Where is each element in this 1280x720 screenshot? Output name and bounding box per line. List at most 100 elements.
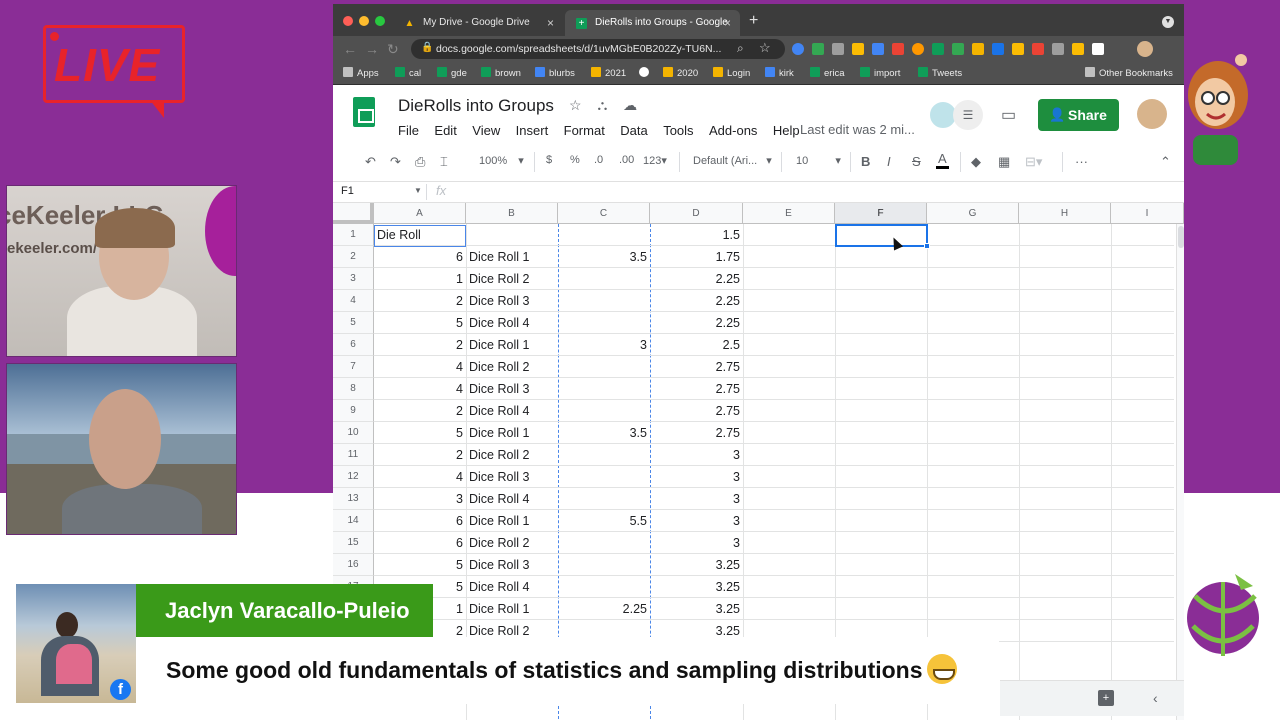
cell-c[interactable] [558, 554, 650, 576]
row-header[interactable]: 2 [333, 246, 374, 268]
row-header[interactable]: 1 [333, 224, 374, 246]
cell-a[interactable]: 2 [374, 334, 466, 356]
select-all-corner[interactable] [333, 203, 374, 224]
extension-icon[interactable] [1092, 43, 1104, 55]
cell-a[interactable]: 2 [374, 400, 466, 422]
cell-b[interactable]: Dice Roll 2 [466, 268, 558, 290]
last-edit-link[interactable]: Last edit was 2 mi... [800, 122, 915, 137]
doc-title[interactable]: DieRolls into Groups [398, 96, 554, 116]
back-icon[interactable]: ← [343, 41, 357, 57]
row-header[interactable]: 15 [333, 532, 374, 554]
text-color-button[interactable]: A [936, 151, 949, 169]
bookmark-gde[interactable]: gde [437, 67, 467, 79]
share-button[interactable]: 👤 Share [1038, 99, 1119, 131]
close-tab-icon[interactable]: × [547, 16, 554, 30]
cell-d[interactable]: 2.75 [650, 422, 743, 444]
tab-search-icon[interactable]: ▼ [1162, 16, 1174, 28]
row-header[interactable]: 3 [333, 268, 374, 290]
bookmark-2021[interactable]: 2021 [591, 67, 626, 79]
bookmark-kirk[interactable]: kirk [765, 67, 794, 79]
cell-d[interactable]: 2.25 [650, 268, 743, 290]
name-box[interactable]: F1 [333, 182, 425, 203]
column-header-h[interactable]: H [1019, 203, 1111, 224]
extension-icon[interactable] [792, 43, 804, 55]
cell-d[interactable]: 3 [650, 488, 743, 510]
fill-color-icon[interactable]: ◆ [971, 154, 981, 170]
row-header[interactable]: 6 [333, 334, 374, 356]
currency-format-button[interactable]: $ [546, 154, 552, 166]
merge-cells-icon[interactable]: ⊟▾ [1025, 154, 1042, 170]
row-header[interactable]: 10 [333, 422, 374, 444]
cell-c[interactable] [558, 444, 650, 466]
extension-icon[interactable] [972, 43, 984, 55]
bookmark-login[interactable]: Login [713, 67, 750, 79]
cell-d[interactable]: 2.5 [650, 334, 743, 356]
cell-b[interactable]: Dice Roll 2 [466, 532, 558, 554]
chevron-left-icon[interactable]: ‹ [1153, 690, 1158, 706]
scrollbar-thumb[interactable] [1178, 226, 1184, 248]
menu-insert[interactable]: Insert [516, 123, 549, 138]
extension-icon[interactable] [852, 43, 864, 55]
collapse-menus-icon[interactable]: ⌃ [1160, 154, 1171, 170]
cell-c[interactable] [558, 268, 650, 290]
close-window-button[interactable] [343, 16, 353, 26]
cell-b[interactable]: Dice Roll 3 [466, 554, 558, 576]
cell-d[interactable]: 2.25 [650, 312, 743, 334]
cell-c[interactable]: 5.5 [558, 510, 650, 532]
active-cell-f1[interactable] [835, 224, 928, 247]
cell-d[interactable]: 3.25 [650, 554, 743, 576]
bookmark-cal[interactable]: cal [395, 67, 421, 79]
cell-a[interactable]: 2 [374, 444, 466, 466]
bookmark-apps[interactable]: Apps [343, 67, 379, 79]
menu-tools[interactable]: Tools [663, 123, 693, 138]
extension-icon[interactable] [1052, 43, 1064, 55]
extension-icon[interactable] [912, 43, 924, 55]
bookmark-import[interactable]: import [860, 67, 900, 79]
extension-icon[interactable] [832, 43, 844, 55]
column-header-a[interactable]: A [374, 203, 466, 224]
cell-a[interactable]: 1 [374, 268, 466, 290]
cell-c[interactable]: 2.25 [558, 598, 650, 620]
font-family-select[interactable]: Default (Ari... ▾ [693, 154, 772, 167]
print-icon[interactable]: ⎙ [415, 154, 425, 170]
extension-icon[interactable] [952, 43, 964, 55]
column-header-b[interactable]: B [466, 203, 558, 224]
paint-format-icon[interactable]: ⌶ [440, 154, 448, 170]
cell-a[interactable]: 5 [374, 554, 466, 576]
cell-c[interactable] [558, 356, 650, 378]
bookmark-star-icon[interactable]: ☆ [759, 40, 771, 56]
cell-c[interactable]: 3.5 [558, 246, 650, 268]
undo-icon[interactable]: ↶ [365, 154, 376, 170]
star-icon[interactable]: ☆ [569, 97, 582, 113]
cell-b[interactable]: Dice Roll 1 [466, 422, 558, 444]
zoom-select[interactable]: 100% ▾ [479, 154, 524, 167]
cell-b[interactable]: Dice Roll 3 [466, 290, 558, 312]
cell-c[interactable] [558, 532, 650, 554]
cell-b[interactable]: Dice Roll 3 [466, 466, 558, 488]
row-header[interactable]: 8 [333, 378, 374, 400]
row-header[interactable]: 12 [333, 466, 374, 488]
cell-b[interactable]: Dice Roll 4 [466, 312, 558, 334]
maximize-window-button[interactable] [375, 16, 385, 26]
row-header[interactable]: 5 [333, 312, 374, 334]
menu-help[interactable]: Help [773, 123, 800, 138]
other-bookmarks[interactable]: Other Bookmarks [1085, 67, 1173, 79]
extension-icon[interactable] [1012, 43, 1024, 55]
reload-icon[interactable]: ↻ [387, 41, 399, 58]
cell-c[interactable] [558, 378, 650, 400]
cell-d[interactable]: 3.25 [650, 576, 743, 598]
bookmark-tweets[interactable]: Tweets [918, 67, 962, 79]
explore-icon[interactable]: + [1098, 690, 1114, 706]
column-header-i[interactable]: I [1111, 203, 1184, 224]
menu-data[interactable]: Data [620, 123, 647, 138]
cell-d[interactable]: 2.75 [650, 378, 743, 400]
extension-icon[interactable] [1072, 43, 1084, 55]
cell-a[interactable]: 2 [374, 290, 466, 312]
minimize-window-button[interactable] [359, 16, 369, 26]
chat-icon[interactable]: ☰ [953, 100, 983, 130]
cell-b[interactable]: Dice Roll 2 [466, 444, 558, 466]
decrease-decimal-button[interactable]: .0 [594, 154, 603, 166]
cell-c[interactable]: 3 [558, 334, 650, 356]
cell-a[interactable]: 4 [374, 356, 466, 378]
row-header[interactable]: 9 [333, 400, 374, 422]
